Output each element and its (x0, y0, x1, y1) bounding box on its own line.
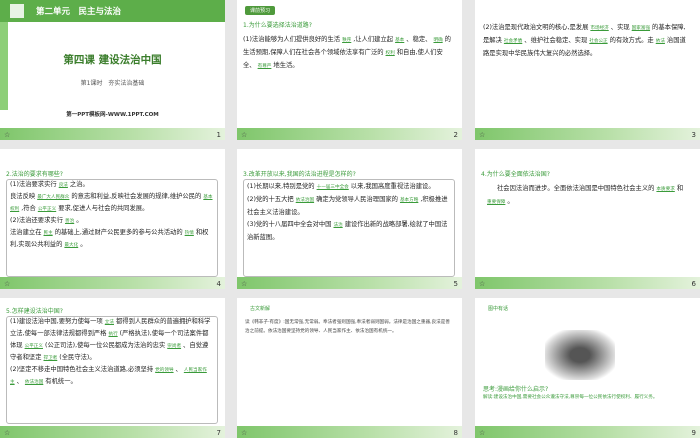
question: 5.怎样建设法治中国? (6, 308, 63, 315)
bottom-stripe (237, 128, 462, 140)
question: 4.为什么要全面依法治国? (481, 171, 550, 178)
star-icon: ☆ (241, 429, 248, 437)
slide-number: 3 (691, 131, 696, 139)
star-icon: ☆ (4, 280, 11, 288)
slide-number: 6 (691, 280, 696, 288)
slide-8[interactable]: 古文新解 读《韩非子·有度》:国无常强,无常弱。奉法者强则国强,奉法者弱则国弱。… (237, 298, 462, 438)
answer-text: (1)法治能够为人们提供良好的生活 秩序 ,让人们建立起 基本 、稳定、 明确 的生活预期,… (243, 36, 451, 69)
slide-number: 7 (216, 429, 221, 437)
lesson-subtitle: 第1课时 夯实法治基础 (80, 80, 145, 87)
star-icon: ☆ (4, 429, 11, 437)
unit-icon (10, 4, 24, 18)
bottom-stripe (475, 128, 700, 140)
star-icon: ☆ (241, 280, 248, 288)
section-badge: 图中有话 (488, 306, 509, 312)
unit-banner: 第二单元 民主与法治 (0, 0, 225, 22)
slide-number: 4 (216, 280, 221, 288)
slide-5[interactable]: 3.改革开放以来,我国的法治进程是怎样的? (1)长期以来,特别是党的 十一届三中… (237, 149, 462, 289)
question: 1.为什么要选择法治道路? (243, 22, 312, 29)
footer-link: 第一PPT模板网-WWW.1PPT.COM (66, 112, 159, 118)
bottom-stripe (475, 277, 700, 289)
unit-title: 第二单元 民主与法治 (36, 7, 122, 17)
slide-4[interactable]: 2.法治的要求有哪些? (1)法治要求实行 良法 之治。 良法反映 最广大人民群众 的意… (0, 149, 225, 289)
bottom-stripe (237, 426, 462, 438)
reading-text: 读《韩非子·有度》:国无常强,无常弱。奉法者强则国强,奉法者弱则国弱。法律是治国… (245, 320, 450, 334)
bottom-stripe (0, 277, 225, 289)
star-icon: ☆ (241, 131, 248, 139)
question: 2.法治的要求有哪些? (6, 171, 63, 178)
answer-text: (1)建设法治中国,要努力使每一项 立法 都得到人民群众的普遍拥护和科学立法,使每一… (10, 318, 211, 385)
star-icon: ☆ (4, 131, 11, 139)
answer-text: (1)法治要求实行 良法 之治。 良法反映 最广大人民群众 的意志和利益,反映社会发展的… (10, 181, 213, 248)
slide-number: 5 (453, 280, 458, 288)
star-icon: ☆ (479, 280, 486, 288)
answer-text: 解读:建设法治中国,需要社会公众遵法守法,尊崇每一位公民依法行使权利、履行义务。 (483, 395, 658, 400)
slide-7[interactable]: 5.怎样建设法治中国? (1)建设法治中国,要努力使每一项 立法 都得到人民群众的普… (0, 298, 225, 438)
slide-number: 1 (216, 131, 221, 139)
slide-1[interactable]: 第二单元 民主与法治 第四课 建设法治中国 第1课时 夯实法治基础 第一PPT模… (0, 0, 225, 140)
bottom-stripe (0, 128, 225, 140)
slide-9[interactable]: 图中有话 思考:漫画给你什么启示? 解读:建设法治中国,需要社会公众遵法守法,尊… (475, 298, 700, 438)
lesson-title: 第四课 建设法治中国 (63, 54, 162, 66)
slide-number: 2 (453, 131, 458, 139)
section-badge: 课前预习 (245, 6, 276, 15)
slide-3[interactable]: (2)法治是现代政治文明的核心,是发展 市场经济 、实现 国家富强 的基本保障,是解决社… (475, 0, 700, 140)
bottom-stripe (475, 426, 700, 438)
bottom-stripe (0, 426, 225, 438)
slide-number: 8 (453, 429, 458, 437)
star-icon: ☆ (479, 429, 486, 437)
section-badge: 古文新解 (250, 306, 271, 312)
question: 3.改革开放以来,我国的法治进程是怎样的? (243, 171, 356, 178)
question: 思考:漫画给你什么启示? (483, 386, 549, 393)
answer-text: (2)法治是现代政治文明的核心,是发展 市场经济 、实现 国家富强 的基本保障,是解决社… (483, 24, 686, 57)
cartoon-image (545, 330, 615, 380)
answer-text: (1)长期以来,特别是党的 十一届三中全会 以来,我国高度重视法治建设。 (2)党的… (247, 183, 448, 241)
slide-2[interactable]: 课前预习 1.为什么要选择法治道路? (1)法治能够为人们提供良好的生活 秩序 ,让… (237, 0, 462, 140)
star-icon: ☆ (479, 131, 486, 139)
bottom-stripe (237, 277, 462, 289)
answer-text: 社会因法治而进步。全面依法治国是中国特色社会主义的 本质要求 和重要保障。 (487, 185, 684, 205)
slide-number: 9 (691, 429, 696, 437)
slide-6[interactable]: 4.为什么要全面依法治国? 社会因法治而进步。全面依法治国是中国特色社会主义的本… (475, 149, 700, 289)
